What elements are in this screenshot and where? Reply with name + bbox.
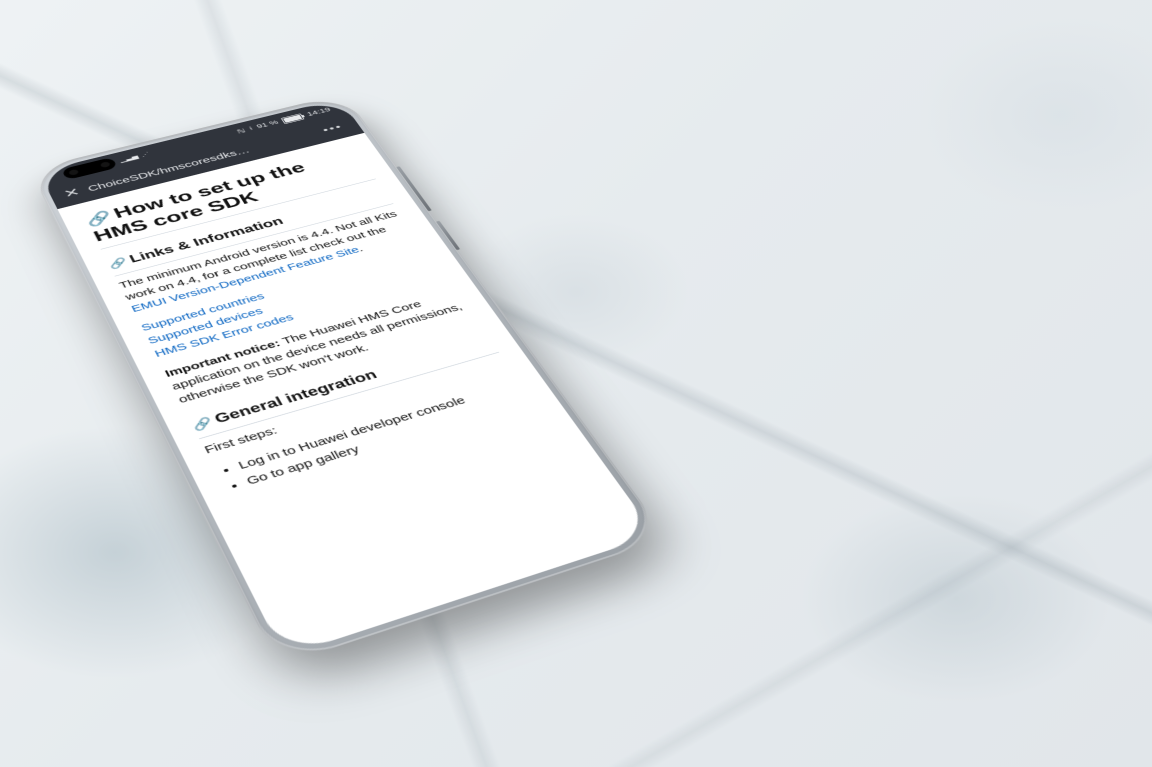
signal-icon: ▁▃▅ [118,154,139,164]
screen: ▁▃▅ ⋰ ℕ ⟊ 91 % 14:19 ✕ ChoiceSDK/hmscore… [39,99,656,657]
phone-body: ▁▃▅ ⋰ ℕ ⟊ 91 % 14:19 ✕ ChoiceSDK/hmscore… [29,94,667,666]
close-icon[interactable]: ✕ [62,186,82,200]
overflow-icon[interactable]: ••• [321,123,345,135]
battery-text: 91 % [255,119,279,130]
clock: 14:19 [306,107,332,118]
scene: ▁▃▅ ⋰ ℕ ⟊ 91 % 14:19 ✕ ChoiceSDK/hmscore… [0,0,1152,767]
link-icon[interactable]: 🔗 [107,257,129,271]
wifi-icon: ⋰ [140,151,151,158]
link-icon[interactable]: 🔗 [190,416,215,432]
document-body[interactable]: 🔗How to set up the HMS core SDK 🔗Links &… [57,133,576,533]
battery-icon [281,113,305,124]
nfc-icon: ℕ [235,127,246,135]
phone: ▁▃▅ ⋰ ℕ ⟊ 91 % 14:19 ✕ ChoiceSDK/hmscore… [29,94,667,666]
bluetooth-icon: ⟊ [248,125,254,132]
